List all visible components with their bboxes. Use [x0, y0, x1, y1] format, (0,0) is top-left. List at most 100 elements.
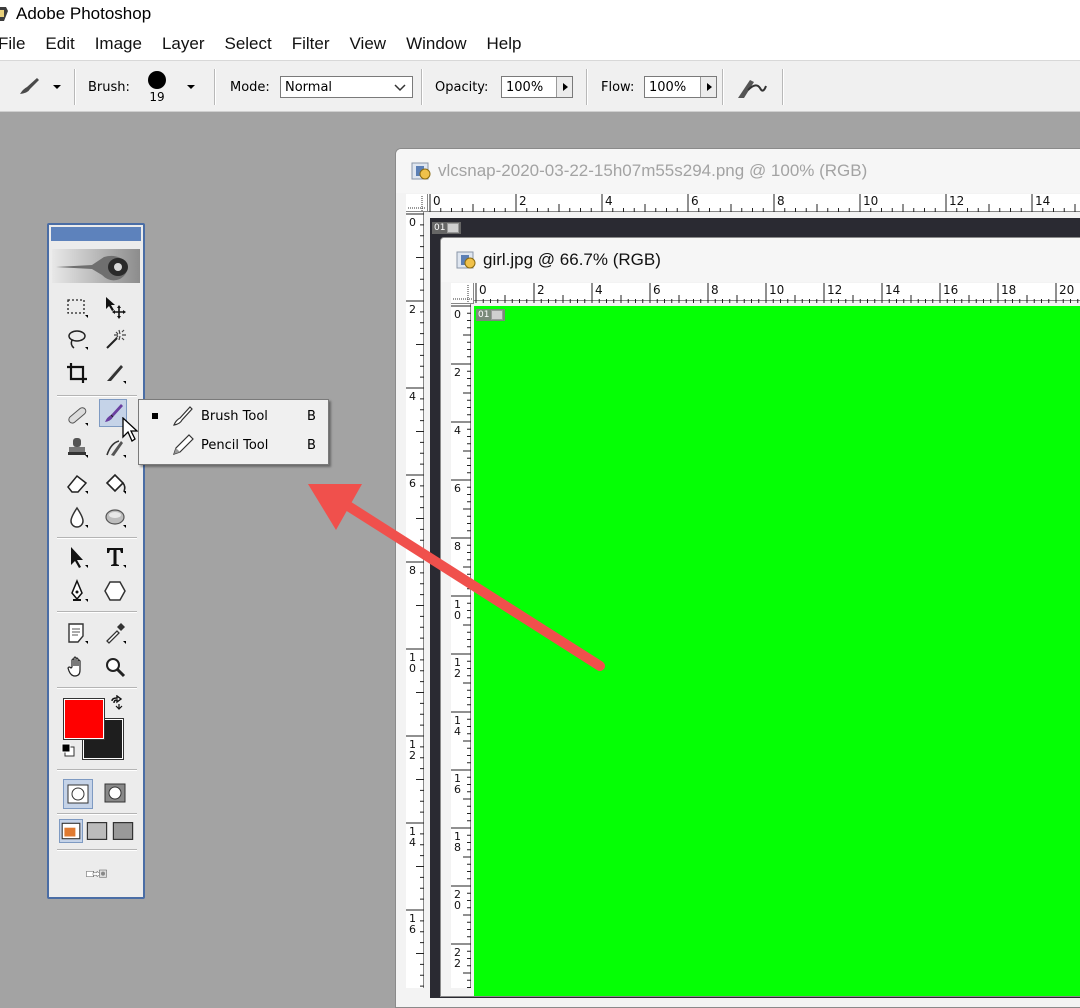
- history-brush-icon: [106, 440, 126, 458]
- ruler-label: 6: [653, 283, 661, 297]
- swap-colors-icon[interactable]: [109, 695, 125, 711]
- healing-brush-tool[interactable]: [63, 401, 91, 429]
- flow-slider-button[interactable]: [700, 77, 716, 97]
- flyout-shortcut: B: [307, 437, 316, 453]
- slice-tool[interactable]: [101, 359, 129, 387]
- horizontal-ruler[interactable]: 0 2 4 6 8 10 12 14: [428, 194, 1080, 212]
- opacity-value: 100%: [506, 79, 544, 95]
- standard-mode-icon: [67, 784, 89, 804]
- pen-tool[interactable]: [63, 577, 91, 605]
- standard-mode-button[interactable]: [63, 779, 93, 809]
- full-screen-menu-mode-button[interactable]: [85, 819, 109, 843]
- menu-layer[interactable]: Layer: [152, 34, 215, 54]
- move-tool[interactable]: [101, 293, 129, 321]
- full-screen-mode-button[interactable]: [111, 819, 135, 843]
- lasso-tool[interactable]: [63, 325, 91, 353]
- mode-select[interactable]: Normal: [280, 76, 413, 98]
- slice-icon: [447, 223, 460, 233]
- menu-filter[interactable]: Filter: [282, 34, 340, 54]
- ruler-label: 2: [537, 283, 545, 297]
- horizontal-ruler[interactable]: 0 2 4 6 8 10 12 14 16 18 20: [474, 283, 1080, 303]
- document-canvas-girl[interactable]: [474, 306, 1080, 996]
- notes-tool[interactable]: [63, 619, 91, 647]
- menu-view[interactable]: View: [340, 34, 397, 54]
- brush-tool-flyout-menu: Brush Tool B Pencil Tool B: [138, 399, 329, 465]
- toolbox-separator: [57, 395, 137, 397]
- tool-preset-picker[interactable]: [14, 61, 62, 113]
- document-titlebar[interactable]: girl.jpg @ 66.7% (RGB): [441, 238, 1080, 282]
- crop-tool[interactable]: [63, 359, 91, 387]
- hand-tool[interactable]: [63, 653, 91, 681]
- menu-select[interactable]: Select: [214, 34, 281, 54]
- opacity-slider-button[interactable]: [556, 77, 572, 97]
- photoshop-document-icon: [456, 251, 476, 269]
- paint-bucket-icon: [105, 473, 126, 494]
- dodge-tool[interactable]: [101, 503, 129, 531]
- options-separator: [722, 69, 724, 105]
- ruler-label: 0: [409, 216, 416, 229]
- ruler-label: 8: [454, 841, 461, 854]
- quick-mask-button[interactable]: [101, 779, 129, 807]
- quick-mask-icon: [104, 783, 126, 803]
- blur-tool[interactable]: [63, 503, 91, 531]
- history-brush-tool[interactable]: [101, 433, 129, 461]
- vertical-ruler[interactable]: 0246810121416182022: [451, 304, 471, 988]
- zoom-tool[interactable]: [101, 653, 129, 681]
- ruler-label: 2: [519, 194, 527, 208]
- magic-wand-tool[interactable]: [101, 325, 129, 353]
- photoshop-eye-logo-icon[interactable]: [52, 245, 140, 287]
- eyedropper-tool[interactable]: [101, 619, 129, 647]
- toolbox-separator: [57, 769, 137, 771]
- lasso-icon: [68, 330, 88, 350]
- menu-image[interactable]: Image: [85, 34, 152, 54]
- brush-icon: [173, 406, 193, 426]
- opacity-field[interactable]: 100%: [501, 76, 573, 98]
- flyout-item-pencil-tool[interactable]: Pencil Tool B: [139, 431, 328, 459]
- ruler-label: 0: [454, 899, 461, 912]
- flyout-item-brush-tool[interactable]: Brush Tool B: [139, 402, 328, 430]
- slice-badge: 01: [432, 222, 462, 234]
- menu-window[interactable]: Window: [396, 34, 476, 54]
- ruler-origin-icon: [453, 285, 472, 303]
- ruler-label: 8: [454, 540, 461, 553]
- jump-to-imageready-button[interactable]: [67, 859, 127, 889]
- ruler-label: 6: [691, 194, 699, 208]
- brush-label: Brush:: [88, 79, 130, 95]
- path-selection-tool[interactable]: [63, 543, 91, 571]
- photoshop-app-icon: [0, 7, 8, 21]
- brush-picker-dropdown[interactable]: [186, 61, 196, 113]
- clone-stamp-tool[interactable]: [63, 433, 91, 461]
- toolbox-titlebar[interactable]: [51, 227, 141, 241]
- brush-picker[interactable]: 19: [148, 61, 166, 113]
- ruler-label: 0: [479, 283, 487, 297]
- menu-help[interactable]: Help: [477, 34, 532, 54]
- ruler-label: 2: [454, 957, 461, 970]
- window-title: Adobe Photoshop: [16, 4, 152, 23]
- paint-bucket-tool[interactable]: [101, 469, 129, 497]
- default-colors-icon[interactable]: [61, 743, 77, 759]
- hand-icon: [67, 656, 81, 677]
- slice-badge: 01: [476, 309, 506, 321]
- ruler-label: 4: [454, 725, 461, 738]
- options-separator: [421, 69, 423, 105]
- ruler-label: 14: [1035, 194, 1050, 208]
- ruler-origin[interactable]: [406, 194, 428, 212]
- document-titlebar[interactable]: vlcsnap-2020-03-22-15h07m55s294.png @ 10…: [396, 149, 1080, 193]
- slice-icon: [491, 310, 504, 320]
- notes-icon: [68, 623, 88, 644]
- standard-screen-mode-button[interactable]: [59, 819, 83, 843]
- toolbox-separator: [57, 537, 137, 539]
- airbrush-toggle[interactable]: [734, 61, 768, 113]
- flyout-shortcut: B: [307, 408, 316, 424]
- marquee-tool[interactable]: [63, 293, 91, 321]
- ruler-origin[interactable]: [451, 283, 474, 304]
- vertical-ruler[interactable]: 0246810121416: [406, 212, 424, 988]
- menu-edit[interactable]: Edit: [35, 34, 84, 54]
- eraser-tool[interactable]: [63, 469, 91, 497]
- flow-field[interactable]: 100%: [644, 76, 717, 98]
- options-separator: [74, 69, 76, 105]
- type-tool[interactable]: [101, 543, 129, 571]
- shape-tool[interactable]: [101, 577, 129, 605]
- foreground-color-swatch[interactable]: [63, 698, 105, 740]
- menu-file[interactable]: File: [0, 34, 35, 54]
